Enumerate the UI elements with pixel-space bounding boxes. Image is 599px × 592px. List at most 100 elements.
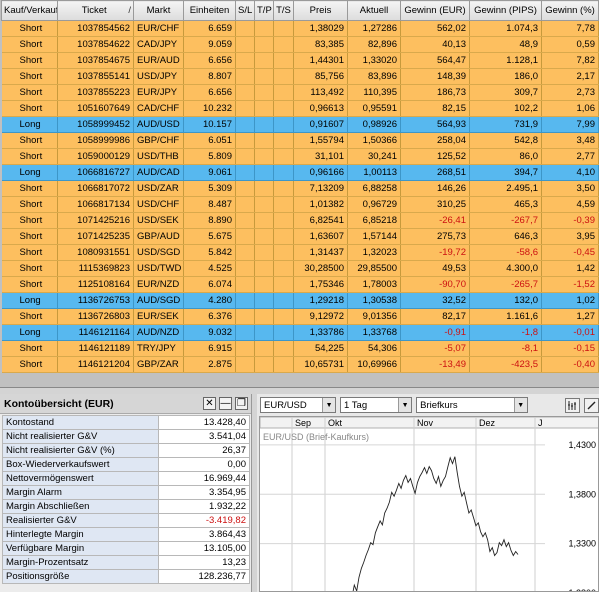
cell-sl [235, 148, 255, 165]
position-row[interactable]: Short 1146121204 GBP/ZAR 2.875 10,65731 10,69… [1, 356, 599, 373]
cell-current: 1,50366 [347, 132, 401, 149]
cell-ts [273, 228, 294, 245]
position-row[interactable]: Short 1071425216 USD/SEK 8.890 6,82541 6,8521… [1, 212, 599, 229]
cell-price: 30,28500 [293, 260, 348, 277]
bar-chart-icon[interactable] [565, 397, 581, 413]
column-header-2[interactable]: Markt [133, 0, 184, 21]
cell-side: Short [1, 356, 58, 373]
close-icon[interactable]: ✕ [203, 397, 216, 410]
cell-units: 9.032 [183, 324, 236, 341]
position-row[interactable]: Short 1058999986 GBP/CHF 6.051 1,55794 1,5036… [1, 132, 599, 149]
column-header-5[interactable]: T/P [254, 0, 274, 21]
position-row[interactable]: Short 1037855223 EUR/JPY 6.656 113,492 110,39… [1, 84, 599, 101]
position-row[interactable]: Short 1037854622 CAD/JPY 9.059 83,385 82,896 4… [1, 36, 599, 53]
cell-tp [254, 340, 274, 357]
cell-profit-pips: 731,9 [469, 116, 542, 133]
cell-market: AUD/NZD [133, 324, 184, 341]
position-row[interactable]: Short 1136726803 EUR/SEK 6.376 9,12972 9,0135… [1, 308, 599, 325]
price-type-select[interactable]: Briefkurs ▼ [416, 397, 528, 413]
column-header-11[interactable]: Gewinn (%) [541, 0, 599, 21]
position-row[interactable]: Short 1080931551 USD/SGD 5.842 1,31437 1,3202… [1, 244, 599, 261]
instrument-select[interactable]: EUR/USD ▼ [260, 397, 337, 413]
cell-price: 9,12972 [293, 308, 348, 325]
column-header-7[interactable]: Preis [293, 0, 348, 21]
account-overview-panel: Kontoübersicht (EUR) ✕ — ❐ Kontostand 13.… [0, 394, 252, 592]
position-row[interactable]: Short 1037855141 USD/JPY 8.807 85,756 83,896 1… [1, 68, 599, 85]
cell-profit-pips: 2.495,1 [469, 180, 542, 197]
column-header-8[interactable]: Aktuell [347, 0, 401, 21]
cell-profit-pct: 4,10 [541, 164, 599, 181]
minimize-icon[interactable]: — [219, 397, 232, 410]
cell-ticket: 1071425235 [57, 228, 134, 245]
cell-units: 9.061 [183, 164, 236, 181]
position-row[interactable]: Short 1059000129 USD/THB 5.809 31,101 30,241 1… [1, 148, 599, 165]
cell-profit-pips: 186,0 [469, 68, 542, 85]
account-value: 13,23 [158, 555, 250, 570]
column-header-9[interactable]: Gewinn (EUR) [400, 0, 470, 21]
column-header-10[interactable]: Gewinn (PIPS) [469, 0, 542, 21]
position-row[interactable]: Long 1146121164 AUD/NZD 9.032 1,33786 1,33768… [1, 324, 599, 341]
column-header-0[interactable]: Kauf/Verkauf [1, 0, 58, 21]
account-value: 3.864,43 [158, 527, 250, 542]
positions-table: Kauf/Verkauf Ticket / Markt Einheiten S/L T/P T… [1, 0, 599, 373]
cell-price: 1,55794 [293, 132, 348, 149]
account-label: Positionsgröße [2, 569, 159, 584]
cell-side: Short [1, 100, 58, 117]
cell-ticket: 1146121164 [57, 324, 134, 341]
pencil-icon[interactable] [584, 397, 599, 413]
column-header-3[interactable]: Einheiten [183, 0, 236, 21]
cell-side: Short [1, 196, 58, 213]
cell-profit-eur: 310,25 [400, 196, 470, 213]
column-header-label: Kauf/Verkauf [4, 5, 58, 16]
cell-ticket: 1136726753 [57, 292, 134, 309]
cell-sl [235, 36, 255, 53]
position-row[interactable]: Short 1125108164 EUR/NZD 6.074 1,75346 1,7800… [1, 276, 599, 293]
cell-profit-pips: -267,7 [469, 212, 542, 229]
position-row[interactable]: Long 1066816727 AUD/CAD 9.061 0,96166 1,00113… [1, 164, 599, 181]
cell-sl [235, 228, 255, 245]
column-header-4[interactable]: S/L [235, 0, 255, 21]
position-row[interactable]: Short 1066817134 USD/CHF 8.487 1,01382 0,9672… [1, 196, 599, 213]
position-row[interactable]: Short 1146121189 TRY/JPY 6.915 54,225 54,306-… [1, 340, 599, 357]
cell-price: 31,101 [293, 148, 348, 165]
restore-icon[interactable]: ❐ [235, 397, 248, 410]
position-row[interactable]: Short 1051607649 CAD/CHF 10.232 0,96613 0,955… [1, 100, 599, 117]
cell-profit-pips: 4.300,0 [469, 260, 542, 277]
cell-ticket: 1146121204 [57, 356, 134, 373]
cell-units: 5.809 [183, 148, 236, 165]
cell-ts [273, 36, 294, 53]
cell-profit-pips: 394,7 [469, 164, 542, 181]
cell-side: Long [1, 164, 58, 181]
account-label: Nicht realisierter G&V [2, 429, 159, 444]
account-label: Nettovermögenswert [2, 471, 159, 486]
position-row[interactable]: Long 1136726753 AUD/SGD 4.280 1,29218 1,30538… [1, 292, 599, 309]
cell-price: 54,225 [293, 340, 348, 357]
cell-market: USD/SGD [133, 244, 184, 261]
position-row[interactable]: Short 1037854675 EUR/AUD 6.656 1,44301 1,3302… [1, 52, 599, 69]
cell-ts [273, 196, 294, 213]
position-row[interactable]: Short 1037854562 EUR/CHF 6.659 1,38029 1,2728… [1, 20, 599, 37]
cell-profit-pct: 1,42 [541, 260, 599, 277]
position-row[interactable]: Short 1066817072 USD/ZAR 5.309 7,13209 6,8825… [1, 180, 599, 197]
cell-price: 0,91607 [293, 116, 348, 133]
cell-ticket: 1071425216 [57, 212, 134, 229]
cell-tp [254, 68, 274, 85]
cell-current: 1,78003 [347, 276, 401, 293]
cell-current: 1,57144 [347, 228, 401, 245]
cell-sl [235, 20, 255, 37]
cell-tp [254, 292, 274, 309]
cell-price: 1,29218 [293, 292, 348, 309]
price-chart[interactable]: Sep Okt Nov Dez J 1,4300 1,3800 1,3300 1,2800 EUR… [259, 416, 599, 592]
column-header-6[interactable]: T/S [273, 0, 294, 21]
cell-side: Long [1, 116, 58, 133]
y-tick-label: 1,3300 [568, 539, 596, 549]
account-label: Verfügbare Margin [2, 541, 159, 556]
column-header-1[interactable]: Ticket / [57, 0, 134, 21]
position-row[interactable]: Short 1071425235 GBP/AUD 5.675 1,63607 1,5714… [1, 228, 599, 245]
cell-market: GBP/AUD [133, 228, 184, 245]
position-row[interactable]: Long 1058999452 AUD/USD 10.157 0,91607 0,9892… [1, 116, 599, 133]
cell-ticket: 1115369823 [57, 260, 134, 277]
period-select[interactable]: 1 Tag ▼ [340, 397, 413, 413]
cell-ts [273, 68, 294, 85]
position-row[interactable]: Short 1115369823 USD/TWD 4.525 30,28500 29,85… [1, 260, 599, 277]
